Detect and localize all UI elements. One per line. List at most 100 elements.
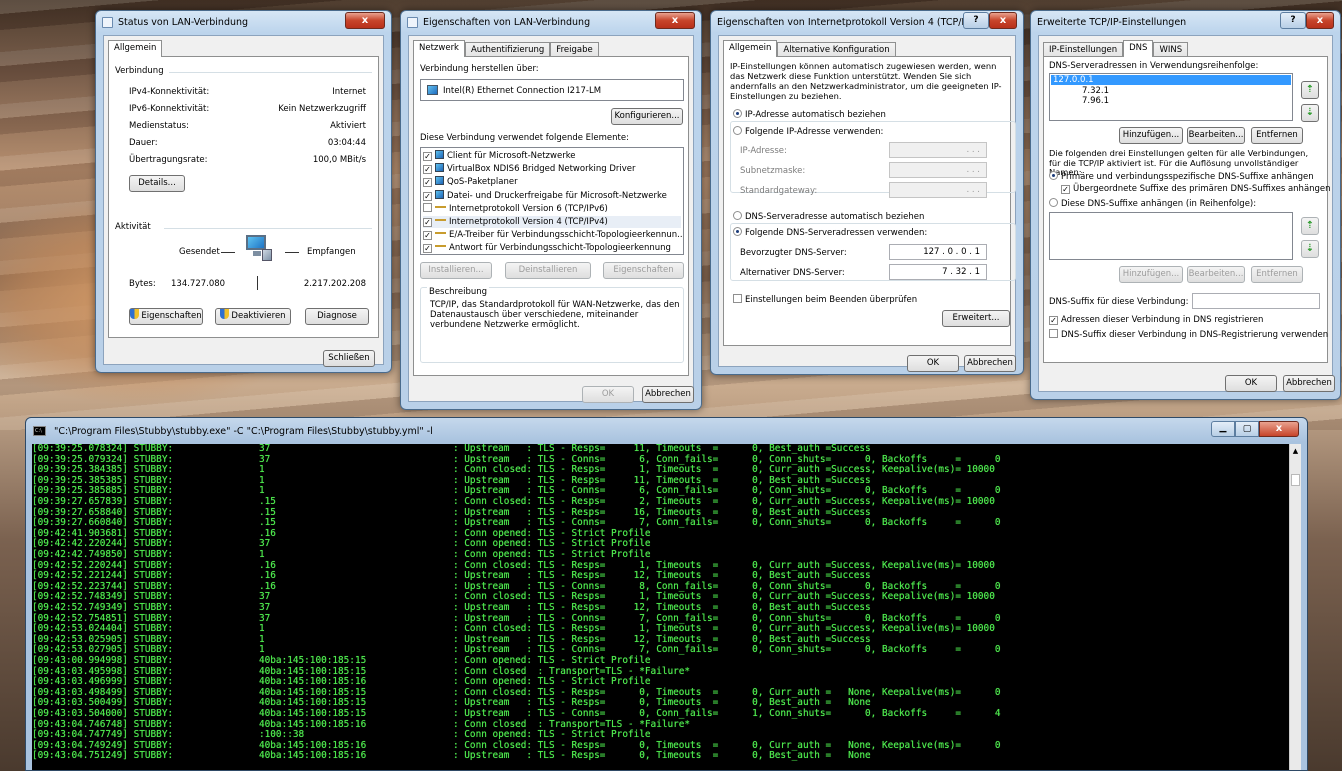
dns-list-item[interactable]: 7.32.1 [1082, 86, 1109, 96]
dns-list-item[interactable]: 127.0.0.1 [1051, 75, 1291, 85]
checkbox-icon[interactable]: ✓ [423, 152, 432, 161]
edit-suffix-button[interactable]: Bearbeiten... [1187, 266, 1245, 283]
manual-dns-radio[interactable]: Folgende DNS-Serveradressen verwenden: [733, 227, 930, 238]
use-suffix-checkbox[interactable]: DNS-Suffix dieser Verbindung in DNS-Regi… [1049, 329, 1328, 340]
minimize-button[interactable]: ▁ [1211, 421, 1235, 437]
title-bar[interactable]: Eigenschaften von Internetprotokoll Vers… [711, 11, 1023, 33]
checkbox-icon[interactable]: ✓ [423, 218, 432, 227]
checkbox-label: Einstellungen beim Beenden überprüfen [745, 295, 918, 305]
scroll-up-arrow[interactable]: ▲ [1290, 444, 1301, 458]
tab-alternate-config[interactable]: Alternative Konfiguration [777, 42, 896, 57]
checkbox-icon[interactable]: ✓ [423, 178, 432, 188]
configure-button[interactable]: Konfigurieren... [611, 108, 683, 125]
checkbox-icon[interactable]: ✓ [423, 191, 432, 201]
move-up-button[interactable]: ⇡ [1301, 81, 1319, 99]
component-item[interactable]: ✓ E/A-Treiber für Verbindungsschicht-Topo… [423, 229, 683, 241]
title-bar[interactable]: Eigenschaften von LAN-Verbindung x [401, 11, 701, 33]
preferred-dns-input[interactable]: 127 . 0 . 0 . 1 [889, 244, 987, 260]
alternate-dns-input[interactable]: 7 . 32 . 1 [889, 264, 987, 280]
tab-general[interactable]: Allgemein [108, 40, 163, 57]
close-button[interactable]: x [1306, 12, 1334, 29]
cancel-button[interactable]: Abbrechen [642, 386, 694, 403]
dns-list-item[interactable]: 7.96.1 [1082, 96, 1109, 106]
component-item[interactable]: ✓ Datei- und Druckerfreigabe für Microsof… [423, 189, 681, 202]
append-suffix-radio[interactable]: Diese DNS-Suffixe anhängen (in Reihenfol… [1049, 198, 1256, 209]
gateway-input[interactable]: . . . [889, 182, 987, 198]
advanced-button[interactable]: Erweitert... [942, 310, 1010, 327]
tab-dns[interactable]: DNS [1123, 40, 1154, 57]
close-dialog-button[interactable]: Schließen [323, 350, 375, 367]
component-item[interactable]: ✓ VirtualBox NDIS6 Bridged Networking Dri… [423, 163, 681, 175]
title-bar[interactable]: Erweiterte TCP/IP-Einstellungen ? x [1031, 11, 1340, 33]
component-item[interactable]: Internetprotokoll Version 6 (TCP/IPv6) [423, 202, 681, 215]
checkbox-icon: ✓ [1049, 316, 1058, 325]
tab-wins[interactable]: WINS [1153, 42, 1189, 57]
suffix-input[interactable] [1192, 293, 1320, 309]
component-item[interactable]: ✓ Antwort für Verbindungsschicht-Topologi… [423, 242, 681, 254]
parent-suffix-checkbox[interactable]: ✓ Übergeordnete Suffixe des primären DNS-… [1061, 184, 1331, 194]
close-button[interactable]: x [345, 12, 385, 29]
component-item[interactable]: ✓ Client für Microsoft-Netzwerke [423, 150, 681, 162]
remove-button[interactable]: Entfernen [1251, 127, 1303, 144]
tab-panel: Verbindung IPv4-Konnektivität: Internet I… [108, 56, 379, 338]
checkbox-icon[interactable] [423, 202, 432, 212]
row-label: IPv6-Konnektivität: [129, 104, 210, 114]
tab-panel: DNS-Serveradressen in Verwendungsreihenf… [1043, 56, 1331, 363]
radio-icon [733, 126, 742, 135]
move-up-button[interactable]: ⇡ [1301, 217, 1319, 235]
tab-sharing[interactable]: Freigabe [550, 42, 599, 57]
checkbox-icon[interactable]: ✓ [423, 244, 432, 254]
dns-server-list[interactable]: 127.0.0.1 7.32.1 7.96.1 [1049, 73, 1293, 121]
ok-button[interactable]: OK [1225, 375, 1277, 392]
component-item[interactable]: ✓ QoS-Paketplaner [423, 176, 681, 188]
ok-button[interactable]: OK [582, 386, 634, 403]
primary-suffix-radio[interactable]: Primäre und verbindungsspezifische DNS-S… [1049, 171, 1314, 182]
close-button[interactable]: x [655, 12, 695, 29]
move-down-button[interactable]: ⇣ [1301, 104, 1319, 122]
subnet-mask-input[interactable]: . . . [889, 162, 987, 178]
close-button[interactable]: x [989, 12, 1017, 29]
tab-network[interactable]: Netzwerk [413, 40, 465, 57]
cancel-button[interactable]: Abbrechen [964, 355, 1016, 372]
title-bar[interactable]: Status von LAN-Verbindung x [96, 11, 391, 33]
auto-dns-radio[interactable]: DNS-Serveradresse automatisch beziehen [733, 211, 924, 222]
manual-ip-radio[interactable]: Folgende IP-Adresse verwenden: [733, 126, 886, 137]
ok-button[interactable]: OK [907, 355, 959, 372]
tab-general[interactable]: Allgemein [723, 40, 778, 57]
checkbox-icon[interactable]: ✓ [423, 231, 432, 241]
remove-suffix-button[interactable]: Entfernen [1251, 266, 1303, 283]
edit-button[interactable]: Bearbeiten... [1187, 127, 1245, 144]
disable-button[interactable]: Deaktivieren [215, 308, 291, 325]
checkbox-icon[interactable]: ✓ [423, 165, 432, 175]
window-title: Eigenschaften von Internetprotokoll Vers… [717, 17, 986, 28]
maximize-button[interactable]: ▢ [1235, 421, 1259, 437]
log-upstream: 1 [259, 549, 265, 560]
auto-ip-radio[interactable]: IP-Adresse automatisch beziehen [733, 109, 886, 120]
add-button[interactable]: Hinzufügen... [1119, 127, 1183, 144]
add-suffix-button[interactable]: Hinzufügen... [1119, 266, 1183, 283]
validate-checkbox[interactable]: Einstellungen beim Beenden überprüfen [733, 294, 917, 305]
scroll-thumb[interactable] [1291, 474, 1300, 486]
help-button[interactable]: ? [963, 12, 989, 29]
ip-address-input[interactable]: . . . [889, 142, 987, 158]
move-down-button[interactable]: ⇣ [1301, 240, 1319, 258]
install-button[interactable]: Installieren... [420, 262, 492, 279]
components-list[interactable]: ✓ Client für Microsoft-Netzwerke ✓ VirtualB… [420, 147, 684, 255]
vertical-scrollbar[interactable]: ▲ [1289, 444, 1301, 770]
help-button[interactable]: ? [1280, 12, 1306, 29]
tab-ip-settings[interactable]: IP-Einstellungen [1043, 42, 1124, 57]
properties-button[interactable]: Eigenschaften [603, 262, 684, 279]
component-label: Internetprotokoll Version 4 (TCP/IPv4) [449, 217, 608, 227]
diagnose-button[interactable]: Diagnose [305, 308, 369, 325]
register-checkbox[interactable]: ✓ Adressen dieser Verbindung in DNS regis… [1049, 315, 1263, 325]
uninstall-button[interactable]: Deinstallieren [505, 262, 591, 279]
tab-authentication[interactable]: Authentifizierung [464, 42, 551, 57]
suffix-list[interactable] [1049, 212, 1293, 260]
close-button[interactable]: x [1259, 421, 1299, 437]
cancel-button[interactable]: Abbrechen [1283, 375, 1335, 392]
component-item[interactable]: ✓ Internetprotokoll Version 4 (TCP/IPv4) [423, 216, 681, 228]
details-button[interactable]: Details... [129, 175, 185, 192]
log-message: : Conn opened: TLS - Strict Profile [453, 549, 651, 560]
console-output[interactable]: [09:39:25.078324] STUBBY: 37: Upstream : … [32, 444, 1291, 770]
properties-button[interactable]: Eigenschaften [129, 308, 203, 325]
